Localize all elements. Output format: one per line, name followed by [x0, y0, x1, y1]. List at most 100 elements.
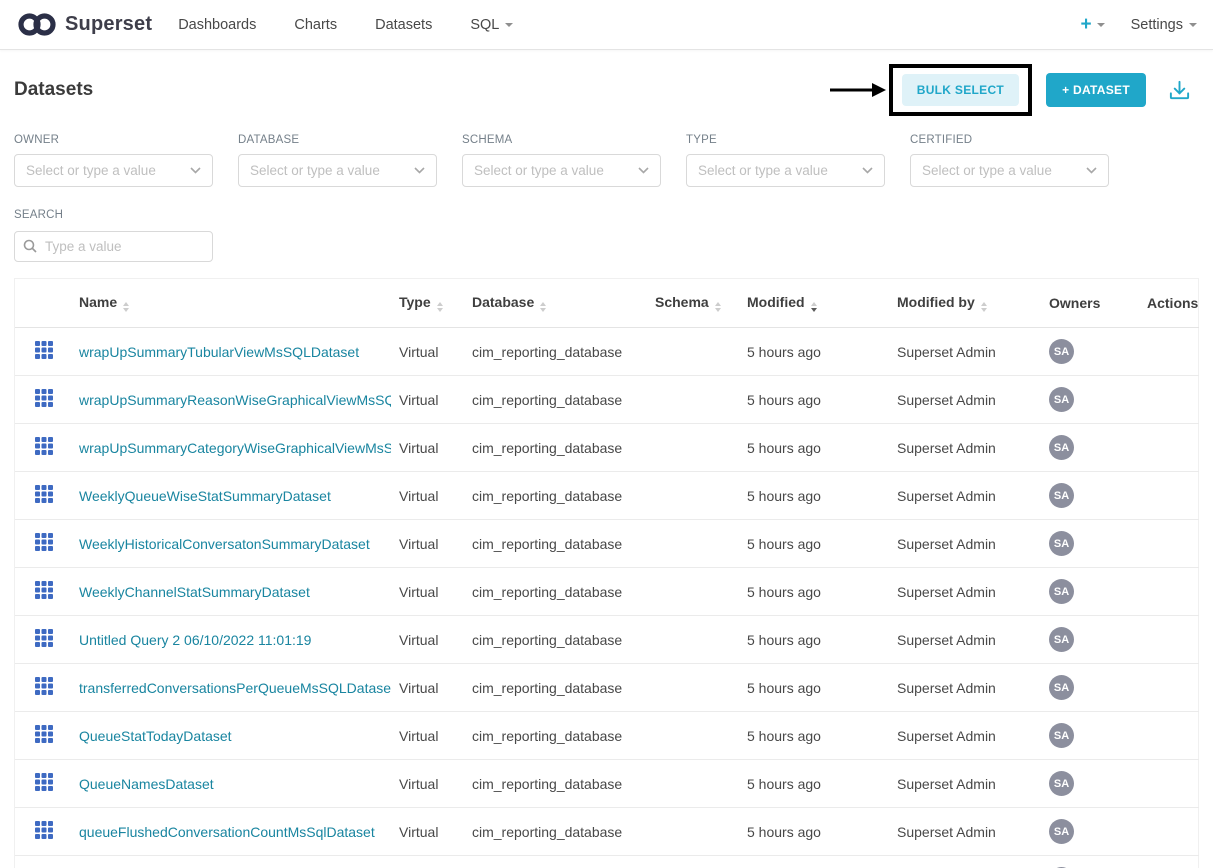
column-header-database[interactable]: Database	[464, 279, 647, 328]
filters-bar: OWNER Select or type a value DATABASE Se…	[0, 126, 1213, 187]
modified-cell: 5 hours ago	[739, 616, 889, 664]
database-cell: cim_reporting_database	[464, 712, 647, 760]
database-cell: cim_reporting_database	[464, 328, 647, 376]
modified-by-cell: Superset Admin	[889, 760, 1041, 808]
column-header-label: Schema	[655, 294, 709, 310]
table-row: Untitled Query 2 06/10/2022 11:01:19 Vir…	[15, 616, 1199, 664]
table-grid-icon	[35, 581, 53, 599]
type-cell: Virtual	[391, 760, 464, 808]
chevron-down-icon	[1097, 23, 1105, 27]
filter: SCHEMA Select or type a value	[462, 134, 661, 187]
datasets-table-card: Name Type Database Schema Modified Modif…	[14, 278, 1199, 868]
database-cell: cim_reporting_database	[464, 568, 647, 616]
filter: OWNER Select or type a value	[14, 134, 213, 187]
dataset-name-link[interactable]: WeeklyChannelStatSummaryDataset	[79, 584, 310, 600]
name-cell: queueFlushedConversationCountMsSqlDatase…	[71, 808, 391, 856]
column-header-label: Owners	[1049, 295, 1100, 311]
modified-cell: 5 hours ago	[739, 472, 889, 520]
dataset-icon-cell	[15, 664, 71, 712]
nav-item-dashboards[interactable]: Dashboards	[178, 17, 256, 33]
table-grid-icon	[35, 677, 53, 695]
type-cell: Virtual	[391, 424, 464, 472]
filter-label: SCHEMA	[462, 134, 661, 146]
filter-select[interactable]: Select or type a value	[238, 154, 437, 187]
nav-item-sql[interactable]: SQL	[470, 17, 513, 33]
export-datasets-button[interactable]	[1168, 79, 1191, 102]
owners-cell: SA	[1041, 328, 1139, 376]
filter-select[interactable]: Select or type a value	[686, 154, 885, 187]
dataset-name-link[interactable]: WeeklyHistoricalConversatonSummaryDatase…	[79, 536, 370, 552]
owners-cell: SA	[1041, 472, 1139, 520]
brand-name[interactable]: Superset	[65, 13, 152, 36]
navbar-right: + Settings	[1080, 14, 1197, 36]
modified-by-cell: Superset Admin	[889, 568, 1041, 616]
filter-select[interactable]: Select or type a value	[910, 154, 1109, 187]
download-icon	[1168, 79, 1191, 102]
filter-select[interactable]: Select or type a value	[14, 154, 213, 187]
column-header-type[interactable]: Type	[391, 279, 464, 328]
new-menu-button[interactable]: +	[1080, 14, 1104, 36]
modified-by-cell: Superset Admin	[889, 376, 1041, 424]
schema-cell	[647, 520, 739, 568]
dataset-name-link[interactable]: Untitled Query 2 06/10/2022 11:01:19	[79, 632, 311, 648]
owner-avatar: SA	[1049, 339, 1074, 364]
modified-cell: 5 hours ago	[739, 424, 889, 472]
filter-label: CERTIFIED	[910, 134, 1109, 146]
filter-label: DATABASE	[238, 134, 437, 146]
owners-cell: SA	[1041, 664, 1139, 712]
add-dataset-button[interactable]: + DATASET	[1046, 73, 1146, 107]
sort-icon	[437, 302, 443, 312]
table-grid-icon	[35, 485, 53, 503]
chevron-down-icon	[1086, 167, 1097, 174]
nav-item-datasets[interactable]: Datasets	[375, 17, 432, 33]
owner-avatar: SA	[1049, 483, 1074, 508]
chevron-down-icon	[638, 167, 649, 174]
superset-logo[interactable]: Superset	[16, 11, 152, 38]
dataset-icon-cell	[15, 760, 71, 808]
settings-menu[interactable]: Settings	[1131, 17, 1197, 33]
table-row: queueFlushedConversationCountMsSqlDatase…	[15, 808, 1199, 856]
column-header-schema[interactable]: Schema	[647, 279, 739, 328]
column-header-modified-by[interactable]: Modified by	[889, 279, 1041, 328]
dataset-name-link[interactable]: transferredConversationsPerQueueMsSQLDat…	[79, 680, 391, 696]
dataset-name-link[interactable]: wrapUpSummaryReasonWiseGraphicalViewMsSQ…	[79, 392, 391, 408]
search-input[interactable]	[14, 231, 213, 262]
dataset-name-link[interactable]: QueueNamesDataset	[79, 776, 214, 792]
name-cell: wrapUpSummaryCategoryWiseGraphicalViewMs…	[71, 424, 391, 472]
actions-cell	[1139, 328, 1199, 376]
dataset-name-link[interactable]: QueueStatTodayDataset	[79, 728, 232, 744]
header-actions: BULK SELECT + DATASET	[830, 64, 1199, 116]
name-cell: Untitled Query 2 06/10/2022 11:01:19	[71, 616, 391, 664]
nav-item-charts[interactable]: Charts	[294, 17, 337, 33]
bulk-select-button[interactable]: BULK SELECT	[902, 74, 1019, 106]
actions-cell	[1139, 376, 1199, 424]
table-row: QueueStatTodayDataset Virtual cim_report…	[15, 712, 1199, 760]
dataset-name-link[interactable]: WeeklyQueueWiseStatSummaryDataset	[79, 488, 331, 504]
name-cell: wrapUpSummaryTubularViewMsSQLDataset	[71, 328, 391, 376]
dataset-name-link[interactable]: wrapUpSummaryTubularViewMsSQLDataset	[79, 344, 359, 360]
schema-cell	[647, 568, 739, 616]
nav-links: Dashboards Charts Datasets SQL	[178, 17, 513, 33]
dataset-name-link[interactable]: queueFlushedConversationCountMsSqlDatase…	[79, 824, 375, 840]
table-grid-icon	[35, 725, 53, 743]
filter-select[interactable]: Select or type a value	[462, 154, 661, 187]
owner-avatar: SA	[1049, 627, 1074, 652]
dataset-icon-cell	[15, 328, 71, 376]
dataset-icon-cell	[15, 856, 71, 868]
filter-placeholder: Select or type a value	[250, 163, 380, 178]
infinity-logo-icon	[16, 11, 58, 38]
dataset-name-link[interactable]: wrapUpSummaryCategoryWiseGraphicalViewMs…	[79, 440, 391, 456]
sort-icon	[981, 302, 987, 312]
sort-desc-icon	[811, 302, 817, 312]
modified-by-cell: Superset Admin	[889, 520, 1041, 568]
owner-avatar: SA	[1049, 723, 1074, 748]
owner-avatar: SA	[1049, 771, 1074, 796]
column-header-name[interactable]: Name	[71, 279, 391, 328]
column-header-label: Modified	[747, 294, 805, 310]
column-header-modified[interactable]: Modified	[739, 279, 889, 328]
actions-cell	[1139, 568, 1199, 616]
table-grid-icon	[35, 389, 53, 407]
dataset-icon-cell	[15, 376, 71, 424]
modified-by-cell: Superset Admin	[889, 616, 1041, 664]
type-cell: Virtual	[391, 376, 464, 424]
